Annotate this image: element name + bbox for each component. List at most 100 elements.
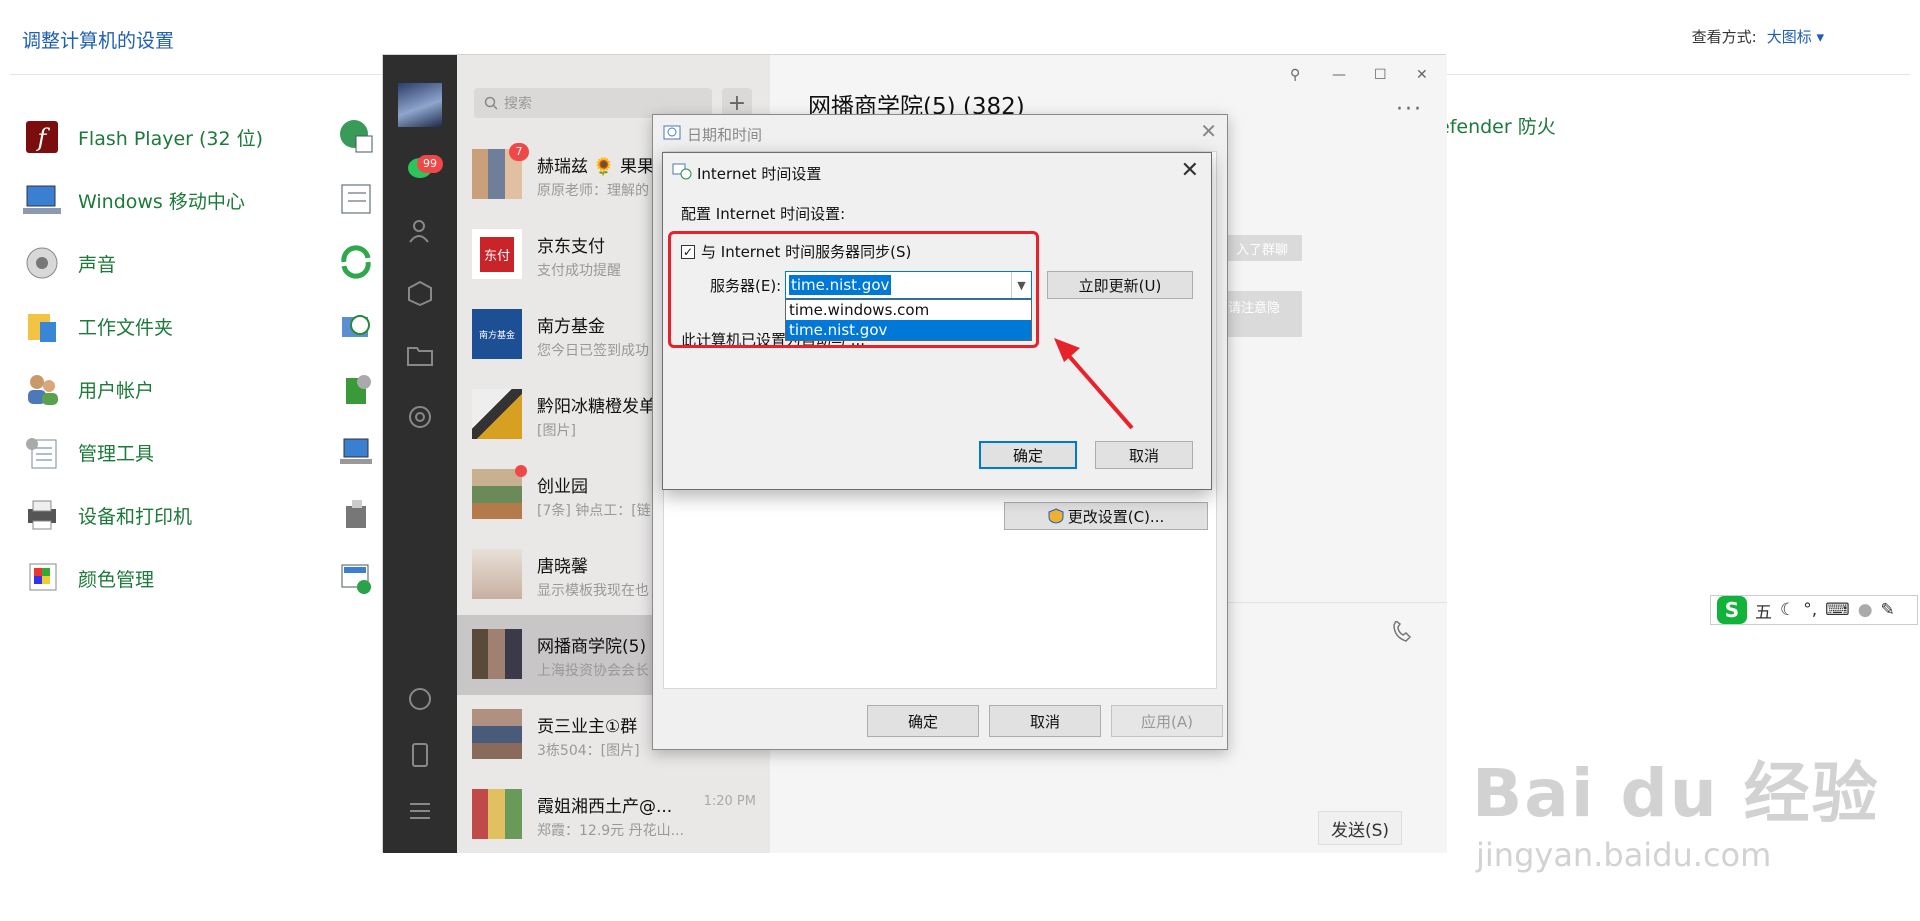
chat-preview: 显示模板我现在也 xyxy=(537,583,649,599)
mobility-icon xyxy=(22,180,62,220)
chat-preview: 3栋504：[图片] xyxy=(537,743,640,759)
send-button[interactable]: 发送(S) xyxy=(1318,811,1402,845)
sogou-logo[interactable]: S xyxy=(1717,596,1747,624)
checklist-icon[interactable] xyxy=(336,179,376,219)
cp-item-sound[interactable]: 声音 xyxy=(22,242,116,284)
close-icon[interactable]: ✕ xyxy=(1416,67,1428,83)
users-icon xyxy=(22,369,62,409)
cp-item-label: Flash Player (32 位) xyxy=(78,127,264,150)
cp-item-label: 设备和打印机 xyxy=(78,505,193,528)
chat-preview: 上海投资协会会长 xyxy=(537,663,649,679)
cp-item-devices-printers[interactable]: 设备和打印机 xyxy=(22,494,192,536)
cancel-button[interactable]: 取消 xyxy=(989,705,1101,737)
avatar: 东付 xyxy=(472,229,522,279)
dialog-title: 日期和时间 xyxy=(687,126,763,144)
flash-icon: f xyxy=(22,117,62,157)
update-now-button[interactable]: 立即更新(U) xyxy=(1047,271,1193,299)
cp-item-mobility-center[interactable]: Windows 移动中心 xyxy=(22,179,245,221)
close-icon[interactable]: ✕ xyxy=(1200,119,1217,143)
view-mode-label: 查看方式: xyxy=(1691,28,1757,46)
maximize-icon[interactable]: ☐ xyxy=(1374,67,1387,83)
printer-icon xyxy=(22,495,62,535)
avatar xyxy=(472,709,522,759)
pin-icon[interactable]: ⚲ xyxy=(1290,67,1300,83)
list-item[interactable]: 霞姐湘西土产@... 郑霞：12.9元 丹花山... 1:20 PM xyxy=(457,775,770,855)
ok-button[interactable]: 确定 xyxy=(867,705,979,737)
change-settings-label: 更改设置(C)... xyxy=(1067,507,1165,526)
wechat-sidebar: 99 xyxy=(383,55,457,853)
video-call-icon[interactable] xyxy=(1390,619,1414,649)
chat-preview: 支付成功提醒 xyxy=(537,263,621,279)
ok-button[interactable]: 确定 xyxy=(979,441,1077,469)
chat-preview: [7条] 钟点工：[链 xyxy=(537,503,651,519)
close-icon[interactable]: ✕ xyxy=(1181,158,1199,183)
globe-icon[interactable] xyxy=(336,116,376,156)
cp-item-color-management[interactable]: 颜色管理 xyxy=(22,557,154,599)
minimize-icon[interactable]: — xyxy=(1332,67,1346,83)
menu-icon[interactable] xyxy=(404,795,436,827)
laptop-icon[interactable] xyxy=(336,431,376,471)
chat-name: 赫瑞兹 🌻 果果 xyxy=(537,157,654,177)
chat-name: 网播商学院(5) xyxy=(537,637,647,657)
punctuation-icon[interactable]: °, xyxy=(1803,600,1817,620)
search-icon xyxy=(484,96,498,110)
config-label: 配置 Internet 时间设置: xyxy=(681,205,846,223)
sync-icon[interactable] xyxy=(336,242,376,282)
phone-icon[interactable] xyxy=(404,739,436,771)
network-clock-icon xyxy=(672,162,692,184)
cp-item-label: 工作文件夹 xyxy=(78,316,174,339)
cp-item-user-accounts[interactable]: 用户帐户 xyxy=(22,368,154,410)
keyboard-icon[interactable]: ⌨ xyxy=(1825,600,1850,620)
watermark-logo: Bai du 经验 xyxy=(1472,755,1880,832)
unread-badge: 99 xyxy=(417,155,443,173)
chat-name: 贡三业主①群 xyxy=(537,717,638,737)
ime-toolbar: S 五 ☾ °, ⌨ ● ✎ xyxy=(1710,595,1918,625)
annotation-highlight-box xyxy=(668,231,1039,348)
shield-icon xyxy=(1048,508,1064,524)
clock-icon[interactable] xyxy=(336,305,376,345)
wrench-icon[interactable]: ✎ xyxy=(1881,600,1895,620)
watermark-url: jingyan.baidu.com xyxy=(1476,836,1772,874)
avatar xyxy=(472,469,522,519)
avatar xyxy=(472,789,522,839)
cp-item-flash-player[interactable]: f Flash Player (32 位) xyxy=(22,116,263,158)
cancel-button[interactable]: 取消 xyxy=(1095,441,1193,469)
cp-item-admin-tools[interactable]: 管理工具 xyxy=(22,431,154,473)
unread-badge: 7 xyxy=(509,143,529,161)
system-notice: 入了群聊 xyxy=(1222,235,1302,261)
color-management-icon xyxy=(22,558,62,598)
apply-button[interactable]: 应用(A) xyxy=(1111,705,1223,737)
cp-item-label: 颜色管理 xyxy=(78,568,155,591)
device-icon[interactable] xyxy=(336,494,376,534)
cp-item-work-folders[interactable]: 工作文件夹 xyxy=(22,305,173,347)
fund-logo: 南方基金 xyxy=(478,330,515,341)
view-mode: 查看方式: 大图标 ▾ xyxy=(1692,26,1824,47)
more-icon[interactable]: ··· xyxy=(1396,97,1423,122)
ime-mode[interactable]: 五 xyxy=(1755,598,1772,623)
moments-icon[interactable] xyxy=(404,401,436,433)
chat-time: 1:20 PM xyxy=(703,794,756,809)
change-settings-button[interactable]: 更改设置(C)... xyxy=(1004,502,1208,530)
chat-name: 唐晓馨 xyxy=(537,557,588,577)
avatar[interactable] xyxy=(398,83,442,127)
system-notice: 请注意隐 xyxy=(1222,291,1302,337)
admin-tools-icon xyxy=(22,432,62,472)
moon-icon[interactable]: ☾ xyxy=(1780,600,1795,620)
mini-program-icon[interactable] xyxy=(404,683,436,715)
recovery-icon[interactable] xyxy=(336,368,376,408)
cube-icon[interactable] xyxy=(404,277,436,309)
avatar xyxy=(472,549,522,599)
chat-name: 京东支付 xyxy=(537,237,605,257)
chat-preview: 您今日已签到成功 xyxy=(537,343,649,359)
cp-item-label: 管理工具 xyxy=(78,442,155,465)
chat-preview: 原原老师：理解的 xyxy=(537,183,649,199)
chat-name: 创业园 xyxy=(537,477,588,497)
folder-icon[interactable] xyxy=(404,339,436,371)
contacts-icon[interactable] xyxy=(404,215,436,247)
cp-item-defender-partial[interactable]: efender 防火 xyxy=(1438,112,1556,139)
security-check-icon[interactable] xyxy=(336,557,376,597)
unread-dot xyxy=(515,465,527,477)
avatar xyxy=(472,389,522,439)
view-mode-dropdown[interactable]: 大图标 ▾ xyxy=(1767,28,1824,46)
user-icon[interactable]: ● xyxy=(1858,600,1873,620)
